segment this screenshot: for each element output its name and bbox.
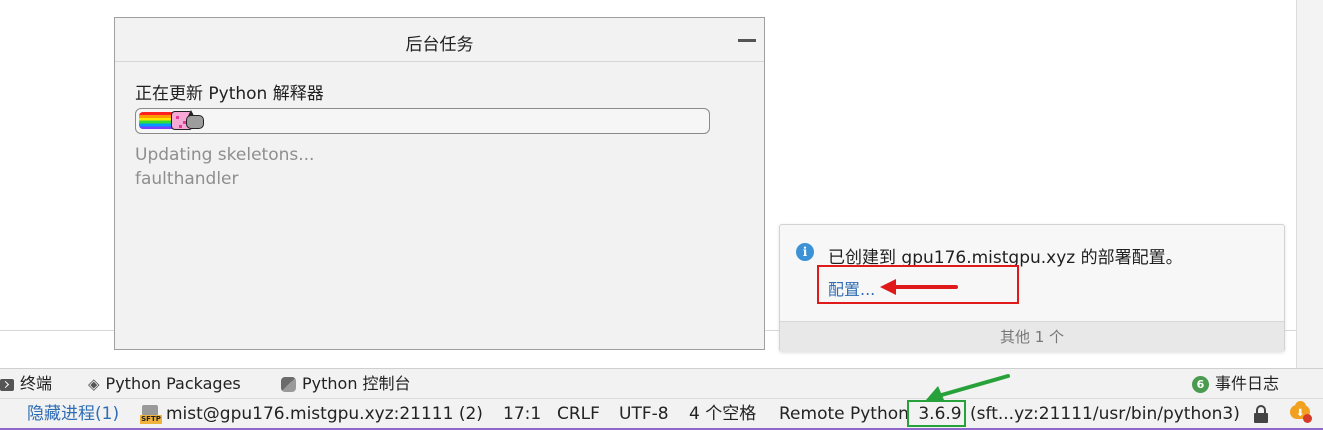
task-name: 正在更新 Python 解释器	[135, 84, 324, 104]
annotation-arrow-icon	[926, 374, 1010, 400]
tasks-header: 后台任务	[115, 18, 764, 62]
tab-event-log[interactable]: 6 事件日志	[1192, 369, 1279, 399]
tab-terminal[interactable]: 终端	[0, 369, 52, 399]
file-encoding[interactable]: UTF-8	[619, 399, 669, 429]
tab-console-label: Python 控制台	[302, 374, 411, 393]
status-bar: 隐藏进程(1) SFTP mist@gpu176.mistgpu.xyz:211…	[0, 398, 1323, 430]
python-icon	[281, 377, 296, 392]
version-highlight-box	[907, 400, 966, 427]
nyan-cat-head-icon	[186, 110, 204, 129]
configure-link[interactable]: 配置...	[828, 276, 875, 300]
info-icon: i	[796, 243, 814, 261]
cloud-sync-icon[interactable]: ⬇	[1288, 401, 1314, 424]
cursor-position[interactable]: 17:1	[503, 399, 541, 429]
layers-icon: ◈	[88, 375, 100, 393]
hidden-processes-link[interactable]: 隐藏进程(1)	[27, 399, 119, 429]
readonly-lock-icon[interactable]	[1254, 405, 1270, 425]
annotation-arrow-icon	[880, 279, 958, 295]
sftp-icon: SFTP	[140, 405, 162, 425]
minimize-icon[interactable]	[738, 39, 756, 42]
interpreter-path: (sft...yz:21111/usr/bin/python3)	[970, 404, 1240, 424]
right-scrollbar[interactable]	[1296, 0, 1323, 368]
tab-packages-label: Python Packages	[105, 374, 241, 393]
notification-more-button[interactable]: 其他 1 个	[780, 321, 1284, 352]
terminal-icon	[0, 378, 14, 391]
tab-event-log-label: 事件日志	[1215, 374, 1280, 393]
progress-bar	[135, 108, 710, 134]
tab-terminal-label: 终端	[20, 374, 53, 393]
tool-window-bar: 终端 ◈ Python Packages Python 控制台 6 事件日志	[0, 368, 1323, 398]
sftp-icon-label: SFTP	[140, 415, 162, 424]
event-count-badge: 6	[1192, 376, 1209, 393]
deployment-notification: i 已创建到 gpu176.mistgpu.xyz 的部署配置。 配置... 其…	[779, 224, 1285, 352]
tab-python-packages[interactable]: ◈ Python Packages	[88, 369, 241, 399]
interpreter-prefix: Remote Python	[779, 404, 909, 424]
tasks-title: 后台任务	[405, 35, 474, 55]
tab-python-console[interactable]: Python 控制台	[281, 369, 411, 399]
line-separator[interactable]: CRLF	[557, 399, 600, 429]
task-progress-subtext: faulthandler	[135, 169, 239, 189]
nyan-rainbow-trail	[139, 112, 173, 129]
deployment-server-widget[interactable]: mist@gpu176.mistgpu.xyz:21111 (2)	[166, 399, 483, 429]
background-tasks-panel: 后台任务 正在更新 Python 解释器 Updating skeletons.…	[114, 17, 765, 350]
indent-setting[interactable]: 4 个空格	[689, 399, 756, 429]
task-progress-text: Updating skeletons...	[135, 145, 315, 165]
